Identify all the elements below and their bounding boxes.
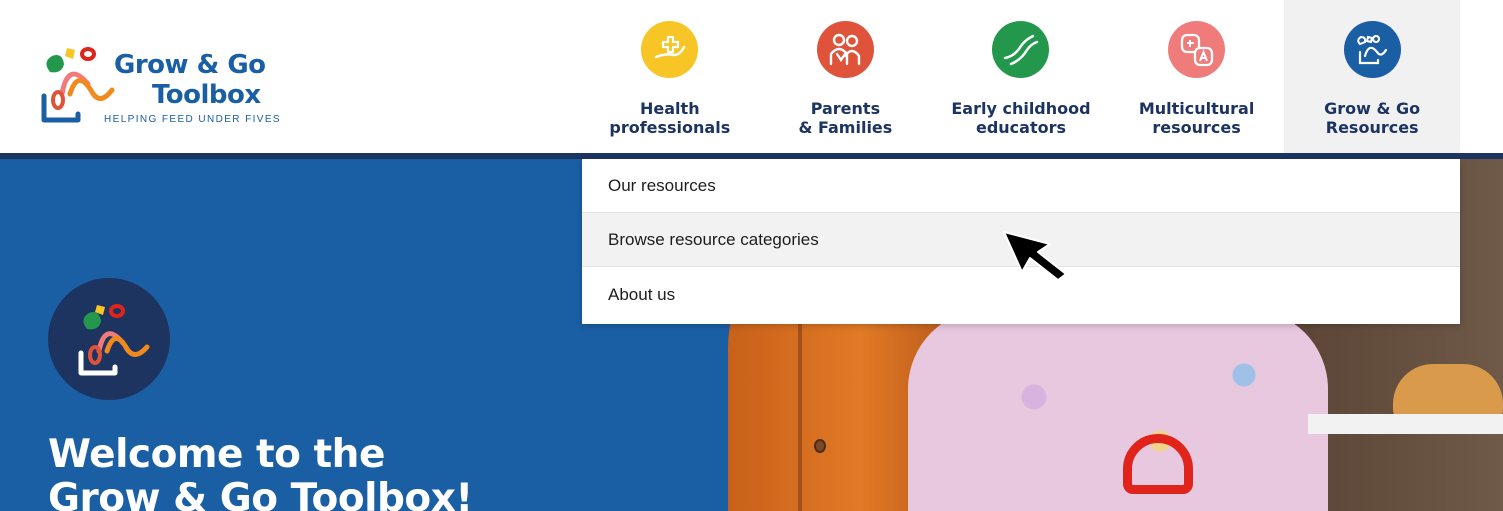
nav-label: Parents & Families [798, 99, 893, 137]
nav-item-grow-go-resources[interactable]: Grow & Go Resources [1284, 0, 1460, 159]
translate-icon [1168, 21, 1226, 78]
logo-tagline: HELPING FEED UNDER FIVES [104, 114, 281, 125]
hero-title: Welcome to the Grow & Go Toolbox! [48, 432, 473, 511]
mouse-cursor-icon [1003, 231, 1067, 281]
site-header: Grow & Go Toolbox HELPING FEED UNDER FIV… [0, 0, 1503, 159]
nav-item-parents-families[interactable]: Parents & Families [757, 0, 934, 159]
main-navigation: Health professionals Parents & Families … [582, 0, 1460, 159]
nav-label: Early childhood educators [951, 99, 1091, 137]
hand-heart-icon [641, 21, 699, 78]
nav-item-multicultural-resources[interactable]: Multicultural resources [1108, 0, 1285, 159]
nav-label: Health professionals [609, 99, 731, 137]
menu-item-our-resources[interactable]: Our resources [582, 159, 1460, 213]
nav-item-early-childhood-educators[interactable]: Early childhood educators [933, 0, 1109, 159]
logo-title-line1: Grow & Go [114, 50, 266, 80]
nav-label: Multicultural resources [1138, 99, 1255, 137]
hands-icon [992, 21, 1050, 78]
site-logo[interactable]: Grow & Go Toolbox HELPING FEED UNDER FIV… [40, 44, 300, 128]
family-icon [816, 21, 874, 78]
toolbox-icon [1343, 21, 1401, 78]
nav-label: Grow & Go Resources [1324, 99, 1421, 137]
logo-title-line2: Toolbox [152, 80, 261, 110]
hero-logo-badge [48, 278, 170, 400]
nav-item-health-professionals[interactable]: Health professionals [582, 0, 758, 159]
logo-mark-icon [78, 304, 150, 376]
